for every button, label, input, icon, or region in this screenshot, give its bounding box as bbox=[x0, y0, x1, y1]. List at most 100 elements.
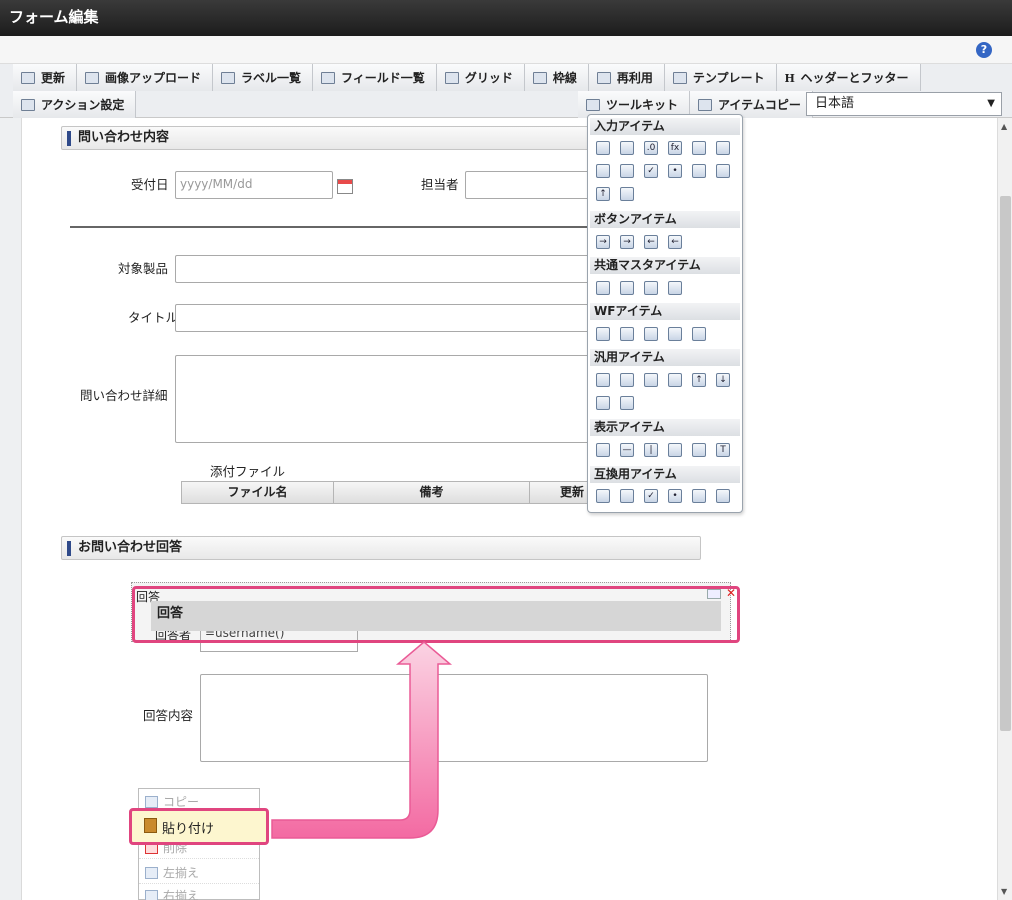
next-button-icon[interactable]: → bbox=[620, 235, 634, 249]
lookup-icon[interactable] bbox=[668, 373, 682, 387]
field-list-icon bbox=[321, 71, 336, 84]
clipboard-icon[interactable] bbox=[596, 327, 610, 341]
datetime-icon[interactable] bbox=[716, 141, 730, 155]
toolkit-category-compat[interactable]: 互換用アイテム bbox=[590, 466, 740, 483]
grid-icon bbox=[444, 71, 459, 84]
document-icon[interactable] bbox=[620, 373, 634, 387]
answer-content-textarea[interactable] bbox=[200, 674, 708, 762]
calendar-icon[interactable] bbox=[337, 179, 353, 194]
camera-icon[interactable] bbox=[644, 373, 658, 387]
file-download-icon[interactable]: ↓ bbox=[716, 373, 730, 387]
hline-icon[interactable]: — bbox=[620, 443, 634, 457]
textbox-icon[interactable] bbox=[596, 141, 610, 155]
image-icon[interactable] bbox=[644, 327, 658, 341]
toolbar-row-2: アクション設定 bbox=[13, 91, 137, 118]
number-icon[interactable]: .0 bbox=[644, 141, 658, 155]
help-icon[interactable]: ? bbox=[976, 42, 992, 58]
toolkit-category-wf[interactable]: WFアイテム bbox=[590, 303, 740, 320]
reuse-button[interactable]: 再利用 bbox=[588, 64, 665, 91]
assignee-input[interactable] bbox=[465, 171, 590, 199]
scroll-thumb[interactable] bbox=[1000, 196, 1011, 731]
toolkit-icons-compat: ✓ • bbox=[596, 489, 740, 512]
checkbox-icon[interactable]: ✓ bbox=[644, 164, 658, 178]
section-header-answer[interactable]: お問い合わせ回答 bbox=[61, 536, 701, 560]
product-input[interactable] bbox=[175, 255, 591, 283]
scroll-down-icon[interactable]: ▼ bbox=[1001, 887, 1007, 896]
panel-icon[interactable] bbox=[596, 396, 610, 410]
received-date-input[interactable]: yyyy/MM/dd bbox=[175, 171, 333, 199]
scroll-up-icon[interactable]: ▲ bbox=[1001, 122, 1007, 131]
file-upload-icon[interactable]: ↑ bbox=[692, 373, 706, 387]
hidden-icon[interactable] bbox=[596, 373, 610, 387]
language-select[interactable]: 日本語 ▼ bbox=[806, 92, 1002, 116]
radio-compat-icon[interactable]: • bbox=[668, 489, 682, 503]
form-canvas bbox=[22, 118, 997, 900]
header-footer-icon: H bbox=[784, 71, 795, 85]
title-input[interactable] bbox=[175, 304, 591, 332]
toolkit-icons-common-master bbox=[596, 281, 740, 304]
toolkit-category-general[interactable]: 汎用アイテム bbox=[590, 349, 740, 366]
image-upload-button[interactable]: 画像アップロード bbox=[77, 64, 214, 91]
border-button[interactable]: 枠線 bbox=[524, 64, 589, 91]
radio-icon[interactable]: • bbox=[668, 164, 682, 178]
help-bar: ? bbox=[0, 36, 1012, 64]
section-header-inquiry[interactable]: 問い合わせ内容 bbox=[61, 126, 601, 150]
date-icon[interactable] bbox=[692, 141, 706, 155]
field-list-button[interactable]: フィールド一覧 bbox=[313, 64, 437, 91]
paste-icon bbox=[144, 818, 157, 833]
attachment-label: 添付ファイル bbox=[210, 464, 286, 479]
template-button[interactable]: テンプレート bbox=[664, 64, 777, 91]
toolkit-category-common-master[interactable]: 共通マスタアイテム bbox=[590, 257, 740, 274]
upload-icon[interactable]: ↑ bbox=[596, 187, 610, 201]
label-icon[interactable] bbox=[596, 443, 610, 457]
attachment-table-header: ファイル名 備考 更新 bbox=[181, 481, 591, 504]
label-list-button[interactable]: ラベル一覧 bbox=[213, 64, 314, 91]
action-icon bbox=[21, 98, 35, 111]
context-item-paste[interactable]: 貼り付け bbox=[129, 808, 269, 845]
text-icon[interactable]: T bbox=[716, 443, 730, 457]
grid-button[interactable]: グリッド bbox=[436, 64, 525, 91]
stamp-icon[interactable] bbox=[692, 327, 706, 341]
select-icon[interactable] bbox=[596, 164, 610, 178]
toolkit-category-button[interactable]: ボタンアイテム bbox=[590, 211, 740, 228]
history-icon[interactable] bbox=[668, 327, 682, 341]
map-icon[interactable] bbox=[620, 396, 634, 410]
select-compat-icon[interactable] bbox=[596, 489, 610, 503]
prev-button-icon[interactable]: ← bbox=[668, 235, 682, 249]
copy-icon bbox=[145, 796, 158, 808]
toolkit-icons-display: — | T bbox=[596, 443, 740, 466]
listbox-multi-compat-icon[interactable] bbox=[716, 489, 730, 503]
formula-icon[interactable]: fx bbox=[668, 141, 682, 155]
picture-icon[interactable] bbox=[692, 443, 706, 457]
column-filename: ファイル名 bbox=[182, 482, 334, 503]
context-item-align-left[interactable]: 左揃え bbox=[139, 862, 259, 884]
table-icon[interactable] bbox=[620, 187, 634, 201]
listbox-icon[interactable] bbox=[692, 164, 706, 178]
toolkit-icons-button: → → ← ← bbox=[596, 235, 740, 258]
box-icon[interactable] bbox=[668, 443, 682, 457]
back-button-icon[interactable]: ← bbox=[644, 235, 658, 249]
role-icon[interactable] bbox=[644, 281, 658, 295]
attachment-icon[interactable] bbox=[620, 327, 634, 341]
toolkit-category-input[interactable]: 入力アイテム bbox=[590, 118, 740, 135]
organization-icon[interactable] bbox=[620, 281, 634, 295]
table-compat-icon[interactable] bbox=[620, 489, 634, 503]
textbox-wide-icon[interactable] bbox=[620, 141, 634, 155]
checkbox-compat-icon[interactable]: ✓ bbox=[644, 489, 658, 503]
update-button[interactable]: 更新 bbox=[13, 64, 78, 91]
header-footer-button[interactable]: H ヘッダーとフッター bbox=[776, 64, 921, 91]
submit-button-icon[interactable]: → bbox=[596, 235, 610, 249]
detail-textarea[interactable] bbox=[175, 355, 591, 443]
group-icon[interactable] bbox=[668, 281, 682, 295]
vline-icon[interactable]: | bbox=[644, 443, 658, 457]
listbox-multi-icon[interactable] bbox=[716, 164, 730, 178]
context-item-align-right[interactable]: 右揃え bbox=[139, 885, 259, 900]
action-settings-button[interactable]: アクション設定 bbox=[13, 91, 137, 118]
answer-content-label: 回答内容 bbox=[143, 708, 194, 723]
toolkit-category-display[interactable]: 表示アイテム bbox=[590, 419, 740, 436]
vertical-scrollbar[interactable]: ▲ ▼ bbox=[997, 118, 1012, 900]
listbox-compat-icon[interactable] bbox=[692, 489, 706, 503]
user-icon[interactable] bbox=[596, 281, 610, 295]
column-updated: 更新 bbox=[560, 485, 585, 499]
list-icon[interactable] bbox=[620, 164, 634, 178]
